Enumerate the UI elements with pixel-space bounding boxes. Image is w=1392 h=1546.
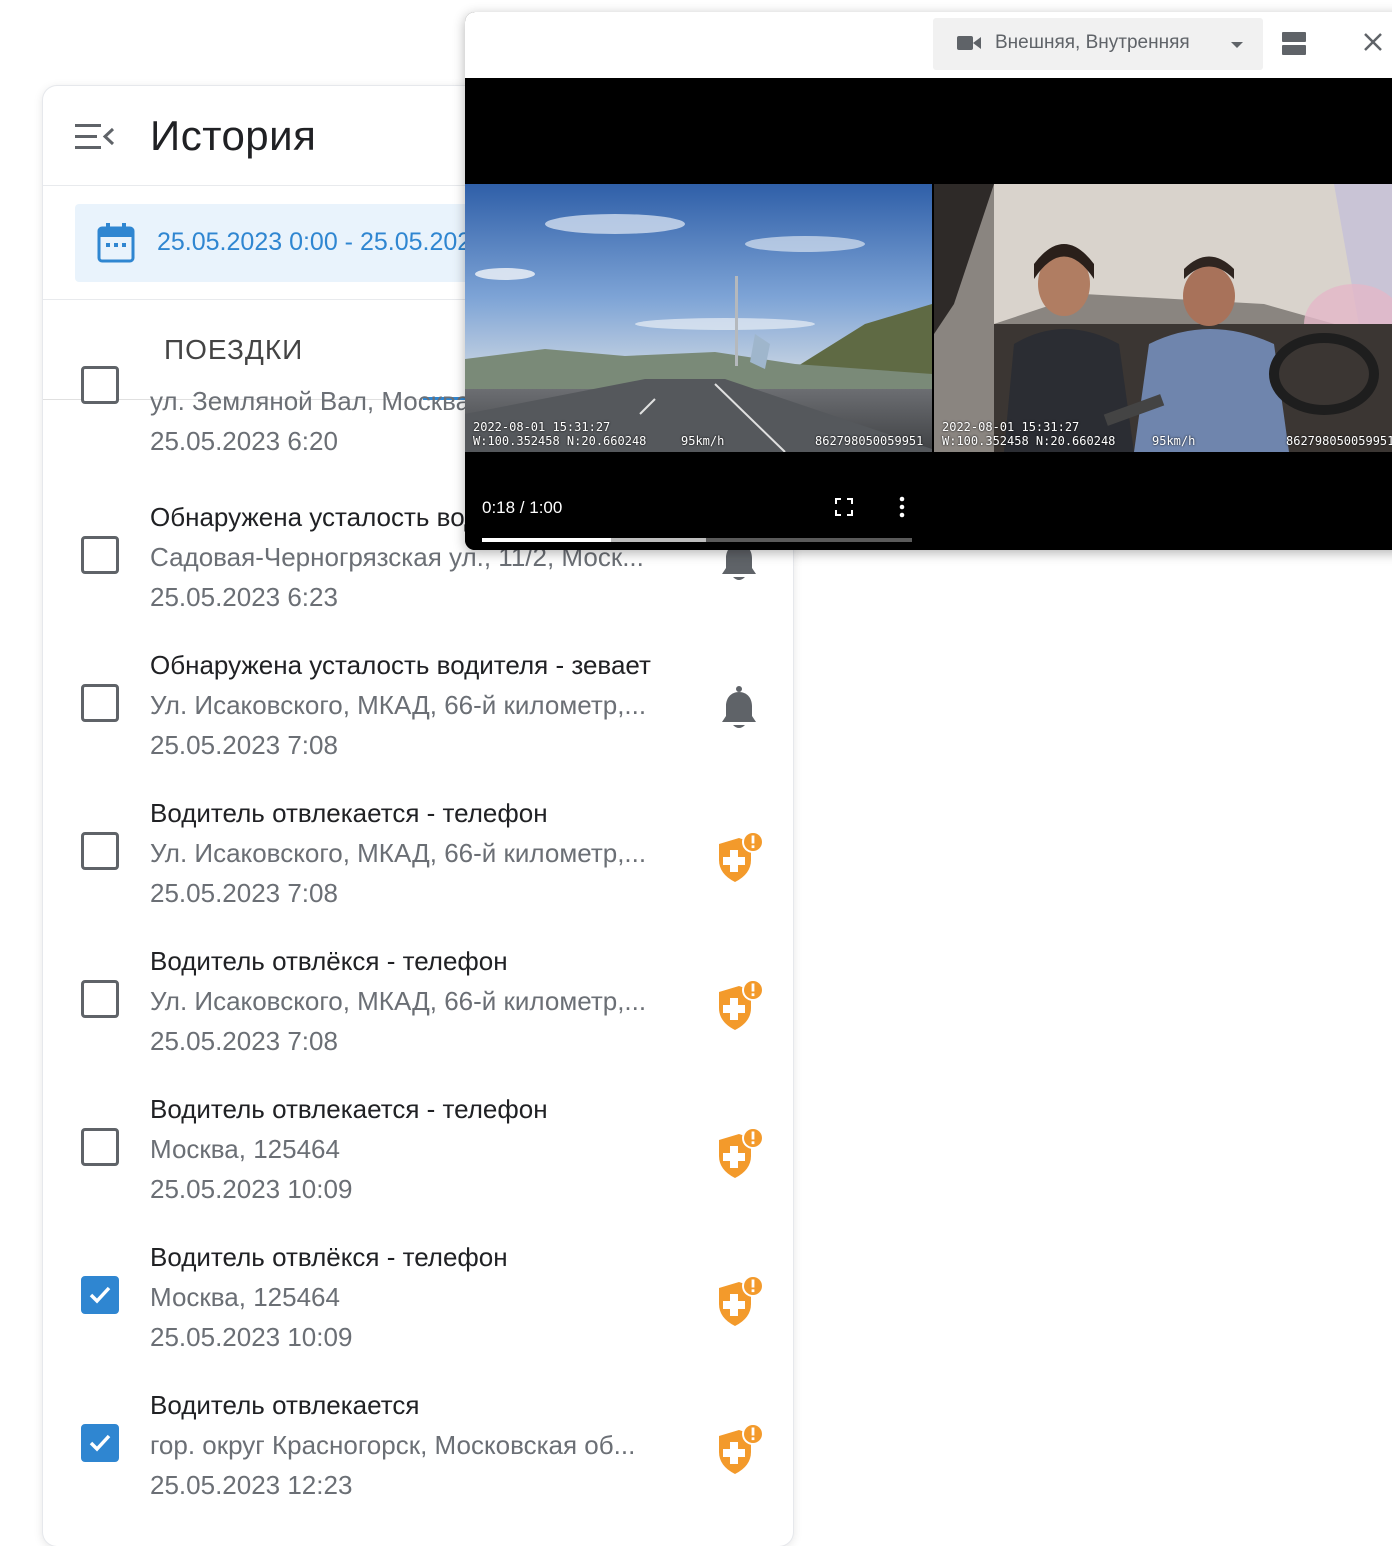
event-time: 25.05.2023 10:09 [150, 1174, 353, 1204]
shield-alert-icon [711, 978, 767, 1034]
shield-alert-icon [711, 1126, 767, 1182]
event-time: 25.05.2023 7:08 [150, 878, 338, 908]
checkbox[interactable] [81, 684, 119, 722]
event-address: Ул. Исаковского, МКАД, 66-й километр,... [150, 838, 647, 868]
osd-coords-right: W:100.352458 N:20.660248 [942, 434, 1116, 448]
event-time: 25.05.2023 10:09 [150, 1322, 353, 1352]
event-address: Москва, 125464 [150, 1282, 340, 1312]
event-address: ул. Земляной Вал, Москва [150, 386, 471, 416]
event-list-item[interactable]: Водитель отвлекается - телефон Ул. Исаков… [43, 778, 793, 926]
event-list-item[interactable]: Водитель отвлёкся - телефон Ул. Исаковско… [43, 926, 793, 1074]
external-camera-frame: 2022-08-01 15:31:27 W:100.352458 N:20.66… [465, 184, 932, 452]
checkbox-checked[interactable] [81, 1276, 119, 1314]
video-camera-icon [957, 34, 981, 52]
video-toolbar: Внешняя, Внутренняя [465, 12, 1392, 78]
event-address: гор. округ Красногорск, Московская об... [150, 1430, 636, 1460]
osd-device-left: 862798050059951 [815, 434, 924, 448]
chevron-down-icon [1231, 42, 1243, 48]
event-list-item[interactable]: Водитель отвлекается гор. округ Красногор… [43, 1370, 793, 1518]
tab-trips[interactable]: ПОЕЗДКИ [164, 334, 303, 366]
camera-select[interactable]: Внешняя, Внутренняя [933, 18, 1263, 70]
osd-datetime-right: 2022-08-01 15:31:27 [942, 420, 1080, 434]
event-title: Водитель отвлекается - телефон [150, 798, 548, 828]
event-list-item[interactable]: Водитель отвлёкся - телефон Москва, 12546… [43, 1222, 793, 1370]
internal-camera-frame: 2022-08-01 15:31:27 W:100.352458 N:20.66… [934, 184, 1392, 452]
osd-coords-left: W:100.352458 N:20.660248 [473, 434, 647, 448]
camera-select-label: Внешняя, Внутренняя [995, 32, 1190, 53]
checkbox[interactable] [81, 832, 119, 870]
playback-time: 0:18 / 1:00 [482, 498, 563, 517]
shield-alert-icon [711, 830, 767, 886]
event-title: Водитель отвлекается - телефон [150, 1094, 548, 1124]
osd-speed-right: 95km/h [1152, 434, 1196, 448]
osd-datetime-left: 2022-08-01 15:31:27 [473, 420, 611, 434]
event-time: 25.05.2023 7:08 [150, 730, 338, 760]
event-title: Водитель отвлёкся - телефон [150, 1242, 508, 1272]
page-title: История [150, 112, 317, 159]
event-list-item[interactable]: Обнаружена усталость водителя - зевает Ул… [43, 630, 793, 778]
video-player-window: Внешняя, Внутренняя 2022-08-01 15:31:27 … [465, 12, 1392, 550]
event-time: 25.05.2023 6:20 [150, 426, 338, 456]
layout-toggle-icon[interactable] [1281, 30, 1307, 58]
event-address: Ул. Исаковского, МКАД, 66-й километр,... [150, 986, 647, 1016]
video-area[interactable]: 2022-08-01 15:31:27 W:100.352458 N:20.66… [465, 78, 1392, 550]
more-options-icon[interactable] [897, 496, 907, 518]
shield-alert-icon [711, 1422, 767, 1478]
menu-collapse-icon[interactable] [75, 122, 115, 152]
close-icon[interactable] [1361, 30, 1385, 54]
event-title: Водитель отвлёкся - телефон [150, 946, 508, 976]
progress-bar[interactable] [482, 538, 912, 542]
calendar-icon [97, 222, 135, 264]
checkbox[interactable] [81, 536, 119, 574]
osd-speed-left: 95km/h [681, 434, 725, 448]
event-title: Обнаружена усталость водителя - зевает [150, 650, 651, 680]
progress-played [482, 538, 611, 542]
event-title: Водитель отвлекается [150, 1390, 420, 1420]
osd-device-right: 862798050059951 [1286, 434, 1392, 448]
event-time: 25.05.2023 7:08 [150, 1026, 338, 1056]
checkbox-checked[interactable] [81, 1424, 119, 1462]
event-list-item[interactable]: Водитель отвлекается - телефон Москва, 12… [43, 1074, 793, 1222]
bell-icon [711, 682, 767, 738]
checkbox[interactable] [81, 980, 119, 1018]
event-address: Ул. Исаковского, МКАД, 66-й километр,... [150, 690, 647, 720]
event-address: Москва, 125464 [150, 1134, 340, 1164]
event-time: 25.05.2023 6:23 [150, 582, 338, 612]
checkbox[interactable] [81, 366, 119, 404]
checkbox[interactable] [81, 1128, 119, 1166]
event-time: 25.05.2023 12:23 [150, 1470, 353, 1500]
fullscreen-icon[interactable] [835, 498, 853, 516]
shield-alert-icon [711, 1274, 767, 1330]
